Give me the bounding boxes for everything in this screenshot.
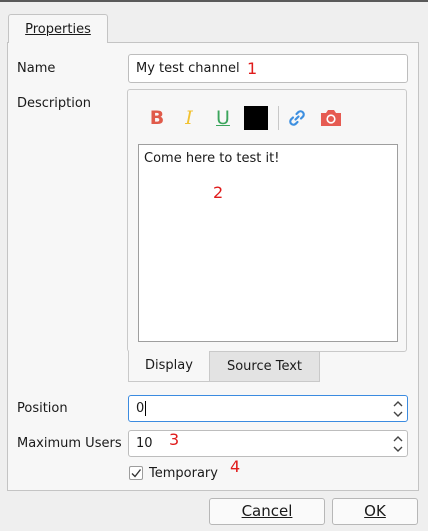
description-label: Description	[17, 96, 92, 111]
text-color-swatch[interactable]	[244, 106, 268, 130]
name-field-value: My test channel	[136, 61, 240, 76]
camera-icon[interactable]	[318, 105, 344, 131]
annotation-3: 3	[169, 430, 180, 449]
position-label: Position	[17, 401, 68, 416]
toolbar-separator	[278, 106, 279, 130]
annotation-4: 4	[230, 457, 241, 476]
maximum-users-label: Maximum Users	[17, 436, 122, 451]
bold-icon[interactable]: B	[146, 105, 168, 131]
cancel-button-label: Cancel	[241, 502, 293, 520]
spin-down-icon	[393, 411, 403, 417]
tab-display[interactable]: Display	[128, 351, 210, 382]
tab-properties-label: Properties	[25, 22, 91, 37]
spin-down-icon	[393, 446, 403, 452]
annotation-1: 1	[247, 59, 258, 78]
position-value: 0	[136, 401, 145, 416]
tab-source-text[interactable]: Source Text	[209, 351, 320, 382]
checkmark-icon	[131, 469, 142, 478]
name-field[interactable]: My test channel	[128, 54, 408, 83]
temporary-label[interactable]: Temporary	[149, 466, 218, 481]
description-text: Come here to test it!	[144, 151, 280, 166]
tab-source-text-label: Source Text	[226, 359, 303, 374]
italic-icon[interactable]: I	[179, 105, 199, 131]
tab-properties[interactable]: Properties	[8, 14, 108, 43]
spin-up-icon	[393, 400, 403, 406]
maximum-users-spin-arrows[interactable]	[389, 431, 407, 456]
maximum-users-value: 10	[136, 436, 153, 451]
underline-icon[interactable]: U	[212, 105, 234, 131]
ok-button-label: OK	[364, 502, 386, 520]
spin-up-icon	[393, 435, 403, 441]
cancel-button[interactable]: Cancel	[209, 498, 325, 525]
position-spinbox[interactable]: 0	[128, 395, 408, 422]
ok-button[interactable]: OK	[332, 498, 418, 525]
temporary-checkbox[interactable]	[129, 466, 143, 480]
name-label: Name	[17, 61, 56, 76]
text-cursor	[145, 401, 147, 416]
description-text-area[interactable]: Come here to test it!	[138, 144, 398, 342]
annotation-2: 2	[213, 183, 224, 202]
link-icon[interactable]	[286, 105, 308, 131]
tab-display-label: Display	[145, 358, 193, 373]
window-top-border	[0, 0, 428, 2]
position-spin-arrows[interactable]	[389, 396, 407, 421]
